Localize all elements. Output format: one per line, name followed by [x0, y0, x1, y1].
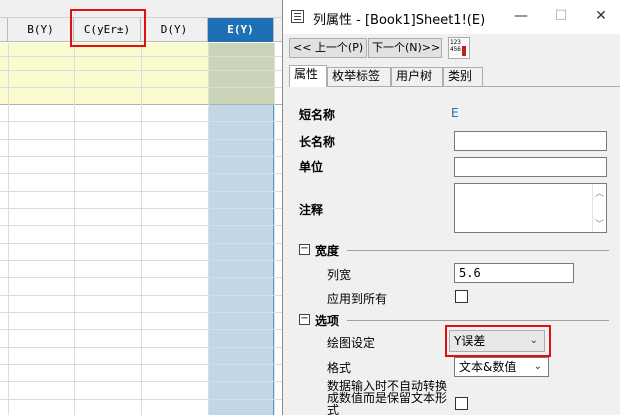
comments-label: 注释 [299, 203, 324, 217]
grid-line [274, 43, 275, 415]
column-header-d[interactable]: D(Y) [141, 18, 208, 42]
apply-to-all-label: 应用到所有 [327, 292, 388, 306]
data-info-icon-bar [462, 46, 466, 56]
grid-line [208, 43, 209, 415]
data-info-icon[interactable]: 123 456 [448, 37, 470, 59]
label-rows-column-e[interactable] [208, 43, 274, 105]
units-input[interactable] [454, 157, 607, 177]
options-section-title: 选项 [315, 314, 340, 328]
grid-line [74, 43, 75, 415]
short-name-value: E [451, 106, 459, 120]
short-name-label: 短名称 [299, 108, 336, 122]
properties-panel-content: 短名称 E 长名称 单位 注释 ︿ ﹀ − 宽度 列宽 5.6 应用到所有 − … [295, 97, 620, 415]
column-width-label: 列宽 [327, 268, 352, 282]
column-header-b[interactable]: B(Y) [8, 18, 74, 42]
grid-line [8, 43, 9, 415]
column-properties-dialog: 列属性 - [Book1]Sheet1!(E) — ☐ ✕ << 上一个(P) … [282, 0, 620, 415]
worksheet: B(Y) C(yEr±) D(Y) E(Y) [0, 0, 282, 415]
minimize-button[interactable]: — [501, 0, 541, 34]
highlight-box-column-c [70, 9, 146, 47]
maximize-button[interactable]: ☐ [541, 0, 581, 34]
comments-textarea[interactable]: ︿ ﹀ [454, 183, 607, 233]
dialog-app-icon [291, 10, 304, 23]
highlight-box-plot-designation [445, 325, 551, 357]
long-name-input[interactable] [454, 131, 607, 151]
plot-designation-label: 绘图设定 [327, 336, 376, 350]
title-bar[interactable]: 列属性 - [Book1]Sheet1!(E) — ☐ ✕ [283, 0, 620, 34]
format-select[interactable]: 文本&数值 ⌄ [454, 357, 549, 377]
column-header-e[interactable]: E(Y) [208, 18, 274, 42]
row-header-corner [0, 18, 8, 42]
units-label: 单位 [299, 160, 324, 174]
format-value: 文本&数值 [459, 360, 517, 374]
scroll-down-icon[interactable]: ﹀ [595, 217, 604, 230]
section-divider [347, 250, 609, 251]
label-rows-area[interactable] [0, 43, 208, 105]
dialog-title: 列属性 - [Book1]Sheet1!(E) [313, 13, 486, 28]
tab-categories[interactable]: 类别 [443, 67, 483, 86]
comments-scrollbar[interactable]: ︿ ﹀ [592, 184, 606, 232]
properties-panel: 短名称 E 长名称 单位 注释 ︿ ﹀ − 宽度 列宽 5.6 应用到所有 − … [289, 86, 620, 415]
apply-to-all-checkbox[interactable] [455, 290, 468, 303]
chevron-down-icon: ⌄ [533, 361, 542, 372]
grid-line [141, 43, 142, 415]
format-label: 格式 [327, 361, 352, 375]
tab-user-tree[interactable]: 用户树 [391, 67, 443, 86]
next-column-button[interactable]: 下一个(N)>> [368, 38, 442, 58]
tab-properties[interactable]: 属性 [289, 65, 327, 87]
previous-column-button[interactable]: << 上一个(P) [289, 38, 367, 58]
no-auto-convert-checkbox[interactable] [455, 397, 468, 410]
width-section-collapse-icon[interactable]: − [299, 244, 310, 255]
tab-enumerated-labels[interactable]: 枚举标签 [327, 67, 391, 86]
long-name-label: 长名称 [299, 135, 336, 149]
section-divider [347, 320, 609, 321]
no-auto-convert-label: 数据输入时不自动转换成数值而是保留文本形式 [327, 380, 448, 415]
options-section-collapse-icon[interactable]: − [299, 314, 310, 325]
close-button[interactable]: ✕ [581, 0, 620, 34]
scroll-up-icon[interactable]: ︿ [595, 186, 604, 199]
column-width-input[interactable]: 5.6 [454, 263, 574, 283]
width-section-title: 宽度 [315, 244, 340, 258]
